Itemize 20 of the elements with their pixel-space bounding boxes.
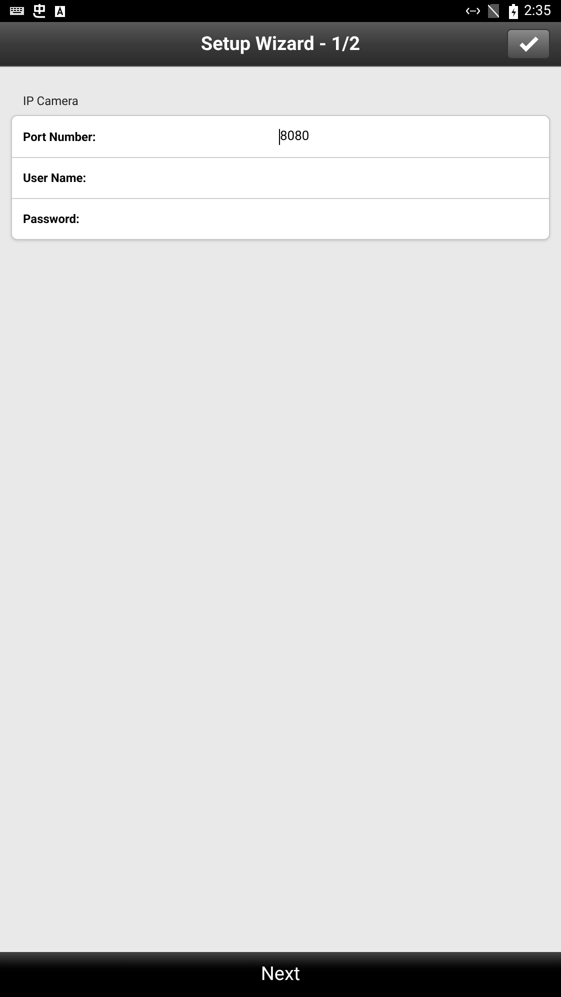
battery-charging-icon [509, 4, 518, 18]
app-notification-icon [32, 4, 47, 18]
wizard-title: Setup Wizard - 1/2 [200, 30, 360, 57]
font-icon [55, 6, 65, 16]
section-title: IP Camera [22, 93, 80, 110]
checkmark-icon [518, 36, 538, 52]
field-label: Password: [23, 211, 80, 228]
input-field[interactable]: User Name: [12, 157, 549, 198]
keyboard-icon [10, 7, 24, 15]
text-cursor [279, 128, 280, 144]
field-value: 8080 [280, 128, 310, 146]
next-button[interactable]: Next [256, 960, 304, 989]
input-field[interactable]: Password: [12, 198, 549, 239]
data-transfer-icon [466, 7, 480, 15]
input-field[interactable]: Port Number: 8080 [12, 116, 549, 157]
field-label: User Name: [23, 170, 88, 187]
field-label: Port Number: [23, 128, 97, 146]
confirm-button[interactable] [507, 29, 550, 59]
no-sim-icon [488, 4, 499, 18]
clock-time: 2:35 [524, 2, 551, 20]
